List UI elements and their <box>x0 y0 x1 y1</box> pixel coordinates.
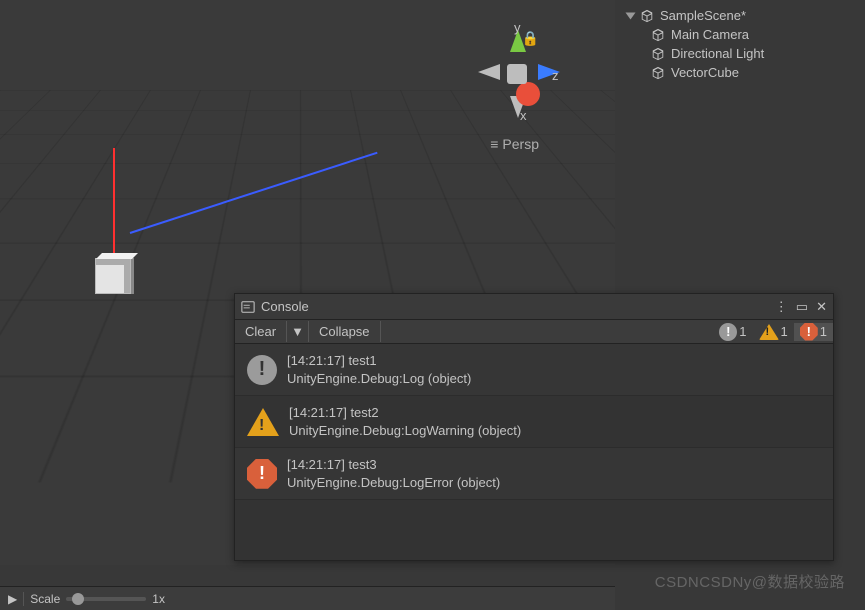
console-entry[interactable]: [14:21:17] test2 UnityEngine.Debug:LogWa… <box>235 396 833 448</box>
error-icon: ! <box>800 323 818 341</box>
gizmo-center[interactable] <box>507 64 527 84</box>
maximize-icon[interactable]: ▭ <box>796 299 808 315</box>
hierarchy-item[interactable]: VectorCube <box>623 63 857 82</box>
gizmo-x-handle[interactable] <box>516 82 540 106</box>
scene-object-cube[interactable] <box>95 258 131 294</box>
hierarchy-item-label: VectorCube <box>671 65 739 80</box>
scale-value: 1x <box>152 592 165 606</box>
console-entry[interactable]: ! [14:21:17] test3 UnityEngine.Debug:Log… <box>235 448 833 500</box>
gameobject-icon <box>651 28 665 42</box>
console-tab-icon <box>241 300 255 314</box>
gizmo-x-label: x <box>520 108 527 123</box>
log-line-2: UnityEngine.Debug:LogError (object) <box>287 474 500 492</box>
hierarchy-item[interactable]: Directional Light <box>623 44 857 63</box>
gizmo-neg-cone-1[interactable] <box>478 64 500 80</box>
console-panel[interactable]: Console ⋮ ▭ ✕ Clear ▼ Collapse ! 1 1 ! 1… <box>234 293 834 561</box>
warning-icon <box>759 324 779 340</box>
hierarchy-item[interactable]: Main Camera <box>623 25 857 44</box>
scale-label: Scale <box>30 592 60 606</box>
hierarchy-scene-row[interactable]: SampleScene* <box>623 6 857 25</box>
close-icon[interactable]: ✕ <box>816 299 827 315</box>
play-icon[interactable]: ▶ <box>8 592 17 606</box>
info-icon: ! <box>719 323 737 341</box>
orientation-gizmo[interactable]: y x z <box>470 22 560 132</box>
gameobject-icon <box>651 47 665 61</box>
hierarchy-item-label: Main Camera <box>671 27 749 42</box>
collapse-button[interactable]: Collapse <box>309 321 381 342</box>
hierarchy-scene-name: SampleScene* <box>660 8 746 23</box>
console-toolbar: Clear ▼ Collapse ! 1 1 ! 1 <box>235 320 833 344</box>
console-titlebar[interactable]: Console ⋮ ▭ ✕ <box>235 294 833 320</box>
console-entry[interactable]: ! [14:21:17] test1 UnityEngine.Debug:Log… <box>235 344 833 396</box>
error-icon: ! <box>247 459 277 489</box>
console-entries: ! [14:21:17] test1 UnityEngine.Debug:Log… <box>235 344 833 500</box>
info-count: 1 <box>739 324 746 339</box>
gameobject-icon <box>651 66 665 80</box>
log-line-1: [14:21:17] test3 <box>287 456 500 474</box>
log-line-1: [14:21:17] test1 <box>287 352 471 370</box>
warn-filter-toggle[interactable]: 1 <box>753 324 794 340</box>
projection-toggle[interactable]: Persp <box>490 136 539 152</box>
gizmo-z-label: z <box>552 68 559 83</box>
hierarchy-item-label: Directional Light <box>671 46 764 61</box>
scale-slider[interactable] <box>66 597 146 601</box>
clear-button[interactable]: Clear <box>235 321 287 342</box>
scene-toolbar: ▶ Scale 1x <box>0 586 615 610</box>
error-count: 1 <box>820 324 827 339</box>
log-line-2: UnityEngine.Debug:Log (object) <box>287 370 471 388</box>
scale-slider-knob[interactable] <box>72 593 84 605</box>
warning-icon <box>247 408 279 436</box>
log-line-1: [14:21:17] test2 <box>289 404 521 422</box>
info-icon: ! <box>247 355 277 385</box>
debug-ray-red <box>113 148 115 266</box>
error-filter-toggle[interactable]: ! 1 <box>794 323 833 341</box>
warn-count: 1 <box>781 324 788 339</box>
scene-icon <box>640 9 654 23</box>
clear-dropdown[interactable]: ▼ <box>287 321 309 342</box>
foldout-icon[interactable] <box>626 12 636 19</box>
panel-menu-icon[interactable]: ⋮ <box>775 299 788 315</box>
gizmo-y-label: y <box>514 20 521 35</box>
console-title: Console <box>261 299 775 314</box>
info-filter-toggle[interactable]: ! 1 <box>713 323 752 341</box>
log-line-2: UnityEngine.Debug:LogWarning (object) <box>289 422 521 440</box>
